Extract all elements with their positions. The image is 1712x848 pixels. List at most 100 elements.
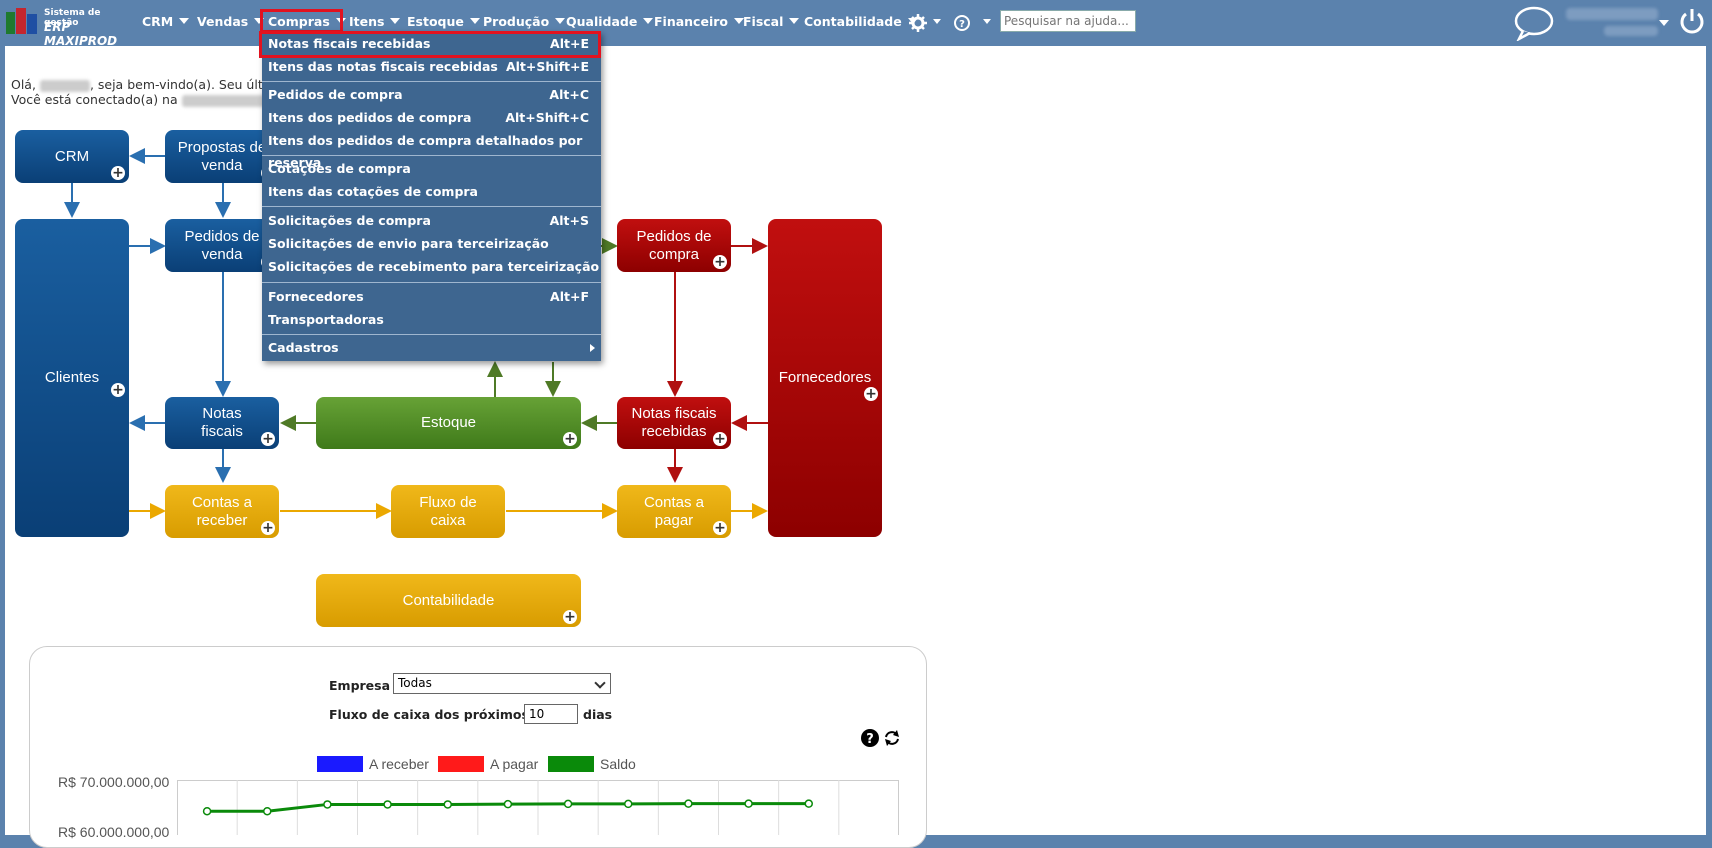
menu-item-label: Solicitações de compra [268,213,431,228]
empresa-select[interactable]: Todas [393,673,611,694]
menu-item-label: Transportadoras [268,312,384,327]
add-icon[interactable]: + [111,166,125,180]
chevron-down-icon [594,677,606,689]
svg-text:?: ? [959,19,965,30]
flow-label: Contas a [643,493,705,511]
menu-item-fornecedores[interactable]: Fornecedores Alt+F [262,286,601,308]
flow-label: Estoque [420,414,477,431]
gear-icon [909,14,941,32]
menu-item-pedidos-compra[interactable]: Pedidos de compra Alt+C [262,84,601,106]
y-tick-label: R$ 60.000.000,00 [58,824,170,840]
menu-divider [262,282,601,283]
menu-item-itens-cotacoes[interactable]: Itens das cotações de compra [262,181,601,203]
legend-label: Saldo [600,756,636,772]
menu-item-cotacoes-compra[interactable]: Cotações de compra [262,158,601,180]
menu-item-transportadoras[interactable]: Transportadoras [262,309,601,331]
add-icon[interactable]: + [713,255,727,269]
power-icon[interactable] [1678,6,1706,36]
data-point[interactable] [684,799,693,808]
data-point[interactable] [383,800,392,809]
flow-label: Contabilidade [402,591,495,609]
user-name-blurred [1566,8,1658,20]
menu-item-highlight [259,31,601,58]
add-icon[interactable]: + [713,521,727,535]
cashflow-chart [177,780,899,835]
data-point[interactable] [503,799,513,809]
data-point[interactable] [263,806,272,816]
flow-label: pagar [654,511,694,529]
menu-item-itens-notas-recebidas[interactable]: Itens das notas fiscais recebidas Alt+Shi… [262,56,601,78]
help-search-input[interactable] [1000,10,1136,32]
flow-label: Notas fiscais [631,405,717,422]
menu-item-cadastros[interactable]: Cadastros [262,337,601,359]
help-menu[interactable]: ? [953,12,993,32]
flow-fluxo-caixa[interactable]: Fluxo de caixa [391,485,505,538]
dias-suffix: dias [583,707,613,722]
flow-label: Clientes [44,369,100,386]
menu-item-solicitacoes-envio[interactable]: Solicitações de envio para terceirização [262,233,601,255]
flow-label: venda [201,156,243,174]
chevron-right-icon [590,344,595,352]
menu-item-solicitacoes-compra[interactable]: Solicitações de compra Alt+S [262,210,601,232]
flow-notas-fiscais[interactable]: Notas fiscais + [165,397,279,449]
flow-estoque[interactable]: Estoque + [316,397,581,449]
user-company-blurred [1604,26,1658,36]
data-point[interactable] [804,799,813,808]
add-icon[interactable]: + [713,432,727,446]
data-point[interactable] [624,799,633,809]
flow-crm[interactable]: CRM + [15,130,129,183]
menu-item-label: Pedidos de compra [268,87,403,102]
legend-label: A receber [369,756,429,772]
flow-label: Fornecedores [778,369,872,386]
menu-item-label: Solicitações de envio para terceirização [268,236,549,251]
add-icon[interactable]: + [261,521,275,535]
flow-label: Fluxo de [419,493,477,511]
data-point[interactable] [202,806,212,816]
menu-item-shortcut: Alt+Shift+E [505,59,589,74]
menu-item-itens-pedidos-compra[interactable]: Itens dos pedidos de compra Alt+Shift+C [262,107,601,129]
dias-label: Fluxo de caixa dos próximos [329,707,529,722]
legend-swatch-saldo [548,756,594,772]
menu-item-label: Cadastros [268,340,339,355]
chat-bubble-icon[interactable] [1513,5,1555,41]
menu-item-shortcut: Alt+C [549,87,589,102]
menu-item-label: Itens dos pedidos de compra [268,110,472,125]
flow-notas-recebidas[interactable]: Notas fiscais recebidas + [617,397,731,449]
add-icon[interactable]: + [563,432,577,446]
data-point[interactable] [323,800,332,809]
flow-label: venda [201,245,243,263]
menu-item-itens-pedidos-reserva[interactable]: Itens dos pedidos de compra detalhados p… [262,130,601,170]
help-circle-icon[interactable]: ? [860,728,880,748]
flow-contas-pagar[interactable]: Contas a pagar + [617,485,731,538]
empresa-label: Empresa [329,678,391,693]
add-icon[interactable]: + [111,383,125,397]
dias-input[interactable]: 10 [524,704,578,724]
flow-contabilidade[interactable]: Contabilidade + [316,574,581,627]
data-point[interactable] [563,799,573,809]
data-point[interactable] [443,800,452,809]
menu-divider [262,81,601,82]
empresa-selected-value: Todas [398,676,432,690]
compras-dropdown-menu: Notas fiscais recebidas Alt+E Itens das n… [262,31,601,361]
menu-divider [262,155,601,156]
flow-clientes[interactable]: Clientes + [15,219,129,537]
menu-item-shortcut: Alt+Shift+C [505,110,589,125]
add-icon[interactable]: + [563,610,577,624]
flow-pedidos-compra[interactable]: Pedidos de compra + [617,219,731,272]
data-point[interactable] [744,799,753,808]
flow-label: recebidas [641,423,707,440]
flow-label: compra [648,245,700,263]
add-icon[interactable]: + [261,432,275,446]
flow-contas-receber[interactable]: Contas a receber + [165,485,279,538]
chevron-down-icon[interactable] [1659,20,1669,28]
add-icon[interactable]: + [864,387,878,401]
flow-label: fiscais [201,423,243,440]
legend-swatch-receber [317,756,363,772]
menu-item-solicitacoes-recebimento[interactable]: Solicitações de recebimento para terceir… [262,256,601,278]
refresh-icon[interactable] [883,729,901,747]
menu-item-shortcut: Alt+F [550,289,589,304]
legend-label: A pagar [490,756,539,772]
flow-fornecedores[interactable]: Fornecedores + [768,219,882,537]
menu-item-label: Fornecedores [268,289,364,304]
settings-menu[interactable] [908,12,942,32]
